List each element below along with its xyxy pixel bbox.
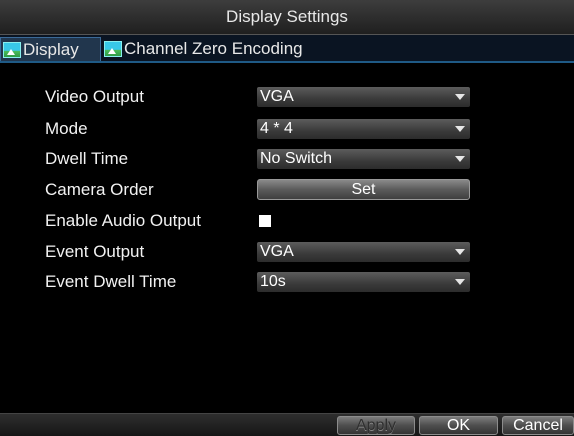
- event-dwell-time-select[interactable]: 10s: [257, 272, 470, 292]
- mode-label: Mode: [45, 119, 88, 138]
- camera-order-label: Camera Order: [45, 180, 154, 199]
- tab-display-label: Display: [23, 39, 79, 59]
- chevron-down-icon: [455, 156, 465, 162]
- video-output-row: Video Output VGA: [0, 82, 574, 112]
- video-output-label: Video Output: [45, 87, 144, 106]
- apply-button[interactable]: Apply: [337, 416, 415, 435]
- enable-audio-output-checkbox[interactable]: [259, 215, 271, 227]
- video-output-select[interactable]: VGA: [257, 87, 470, 107]
- video-output-value: VGA: [260, 88, 294, 105]
- landscape-icon: [3, 41, 21, 58]
- enable-audio-output-label: Enable Audio Output: [45, 211, 201, 230]
- mode-select[interactable]: 4 * 4: [257, 119, 470, 139]
- event-dwell-time-label: Event Dwell Time: [45, 272, 177, 291]
- display-settings-window: Display Settings Display Channel Zero En…: [0, 0, 574, 436]
- window-title: Display Settings: [0, 0, 574, 35]
- mode-row: Mode 4 * 4: [0, 114, 574, 144]
- camera-order-set-button[interactable]: Set: [257, 179, 470, 200]
- tab-display[interactable]: Display: [0, 37, 101, 61]
- event-output-select[interactable]: VGA: [257, 242, 470, 262]
- event-output-label: Event Output: [45, 242, 145, 261]
- enable-audio-output-row: Enable Audio Output: [0, 206, 574, 236]
- event-dwell-time-row: Event Dwell Time 10s: [0, 267, 574, 297]
- cancel-button[interactable]: Cancel: [502, 416, 574, 435]
- dwell-time-select[interactable]: No Switch: [257, 149, 470, 169]
- landscape-icon: [104, 41, 122, 57]
- event-output-row: Event Output VGA: [0, 237, 574, 267]
- chevron-down-icon: [455, 279, 465, 285]
- chevron-down-icon: [455, 126, 465, 132]
- tab-bar: Display Channel Zero Encoding: [0, 35, 574, 63]
- tab-channel-zero-encoding[interactable]: Channel Zero Encoding: [102, 37, 332, 61]
- event-output-value: VGA: [260, 243, 294, 260]
- tab-channel-zero-encoding-label: Channel Zero Encoding: [124, 39, 303, 58]
- camera-order-row: Camera Order Set: [0, 175, 574, 205]
- event-dwell-time-value: 10s: [260, 273, 286, 290]
- chevron-down-icon: [455, 94, 465, 100]
- dwell-time-value: No Switch: [260, 150, 333, 167]
- mode-value: 4 * 4: [260, 120, 293, 137]
- dwell-time-row: Dwell Time No Switch: [0, 144, 574, 174]
- ok-button[interactable]: OK: [419, 416, 498, 435]
- button-bar: Apply OK Cancel: [0, 413, 574, 436]
- dwell-time-label: Dwell Time: [45, 149, 129, 168]
- chevron-down-icon: [455, 249, 465, 255]
